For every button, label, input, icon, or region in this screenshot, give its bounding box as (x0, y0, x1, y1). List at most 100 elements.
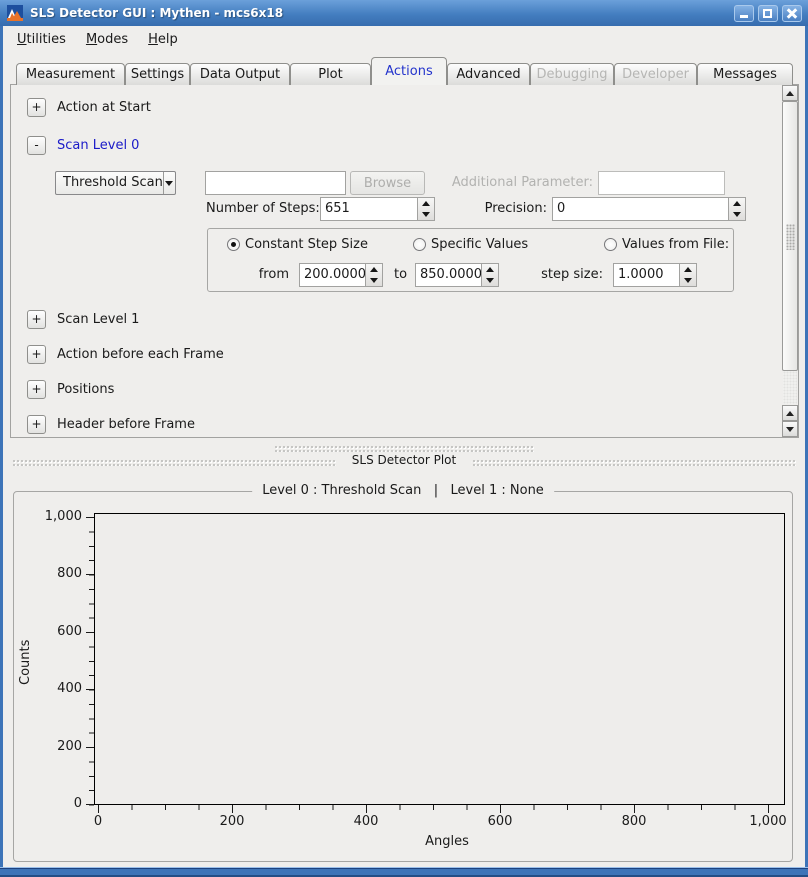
y-tick-label: 1,000 (22, 509, 82, 525)
grip-dots-icon (786, 224, 795, 250)
script-file-input[interactable] (205, 171, 346, 195)
menu-modes[interactable]: Modes (76, 29, 138, 50)
expand-button[interactable]: + (27, 310, 46, 329)
expand-button[interactable]: + (27, 345, 46, 364)
title-bar: SLS Detector GUI : Mythen - mcs6x18 (0, 0, 808, 26)
tab-messages[interactable]: Messages (697, 63, 793, 85)
expand-button[interactable]: + (27, 415, 46, 434)
minimize-button[interactable] (734, 5, 754, 22)
section-label: Scan Level 1 (57, 312, 139, 327)
radio-specific-values[interactable] (413, 238, 426, 251)
vertical-scrollbar (782, 85, 798, 437)
spin-down-button[interactable] (418, 209, 434, 220)
tab-measurement[interactable]: Measurement (16, 63, 125, 85)
tab-developer: Developer (614, 63, 697, 85)
arrow-up-icon (786, 91, 794, 96)
from-value[interactable]: 200.0000 (300, 264, 365, 286)
maximize-button[interactable] (758, 5, 778, 22)
close-button[interactable] (782, 5, 802, 22)
tab-plot[interactable]: Plot (290, 63, 371, 85)
scan-type-value: Threshold Scan (56, 172, 163, 194)
step-size-value[interactable]: 1.0000 (614, 264, 679, 286)
x-tick-label: 0 (73, 814, 123, 829)
menu-utilities[interactable]: Utilities (7, 29, 76, 50)
radio-constant-step-size[interactable] (227, 238, 240, 251)
section-header-before-frame: + Header before Frame (27, 415, 195, 434)
maximize-icon (763, 9, 772, 18)
section-scan-level-0: - Scan Level 0 (27, 136, 139, 155)
scrollbar-thumb[interactable] (782, 101, 798, 371)
plot-groupbox: Level 0 : Threshold Scan | Level 1 : Non… (13, 491, 793, 862)
app-logo-icon (7, 5, 23, 21)
x-tick-label: 800 (609, 814, 659, 829)
tab-actions[interactable]: Actions (371, 57, 447, 85)
spin-up-button[interactable] (418, 198, 434, 209)
tab-advanced[interactable]: Advanced (447, 63, 530, 85)
tab-bar: Measurement Settings Data Output Plot Ac… (16, 57, 793, 85)
spin-down-button[interactable] (366, 275, 382, 286)
tab-settings[interactable]: Settings (125, 63, 190, 85)
app-window: SLS Detector GUI : Mythen - mcs6x18 Util… (0, 0, 808, 877)
window-title: SLS Detector GUI : Mythen - mcs6x18 (30, 6, 734, 20)
tab-data-output[interactable]: Data Output (190, 63, 290, 85)
radio-values-from-file[interactable] (604, 238, 617, 251)
x-tick-label: 600 (475, 814, 525, 829)
additional-parameter-input (598, 171, 725, 195)
number-of-steps-value[interactable]: 651 (321, 198, 417, 220)
radio-label[interactable]: Values from File: (622, 233, 729, 257)
collapse-button[interactable]: - (27, 136, 46, 155)
scroll-up-button[interactable] (782, 85, 798, 101)
from-spinbox: 200.0000 (299, 263, 383, 287)
to-spinbox: 850.0000 (415, 263, 499, 287)
y-tick-label: 200 (22, 739, 82, 755)
number-of-steps-spinbox: 651 (320, 197, 435, 221)
x-tick-label: 1,000 (743, 814, 793, 829)
expand-button[interactable]: + (27, 98, 46, 117)
spin-down-button[interactable] (729, 209, 745, 220)
plot-dock-title: SLS Detector Plot (336, 453, 472, 467)
precision-spinbox: 0 (552, 197, 746, 221)
plot-title: Level 0 : Threshold Scan | Level 1 : Non… (252, 483, 554, 498)
from-label: from (248, 263, 289, 287)
plot-canvas (94, 513, 785, 805)
scrollbar-trough[interactable] (783, 371, 797, 404)
window-frame-left (0, 26, 3, 867)
spin-up-button[interactable] (729, 198, 745, 209)
menu-help[interactable]: Help (138, 29, 188, 50)
section-label: Positions (57, 382, 114, 397)
additional-parameter-label: Additional Parameter: (451, 171, 593, 195)
y-axis-title: Counts (18, 636, 38, 688)
x-tick-label: 200 (207, 814, 257, 829)
scan-type-combobox[interactable]: Threshold Scan (55, 171, 176, 195)
precision-value[interactable]: 0 (553, 198, 728, 220)
spin-down-button[interactable] (680, 275, 696, 286)
splitter-handle[interactable] (274, 445, 534, 452)
y-tick-label: 800 (22, 566, 82, 582)
spin-down-button[interactable] (482, 275, 498, 286)
section-label: Header before Frame (57, 417, 195, 432)
to-value[interactable]: 850.0000 (416, 264, 481, 286)
y-axis-minor-ticks (89, 517, 94, 806)
section-positions: + Positions (27, 380, 114, 399)
radio-label[interactable]: Specific Values (431, 233, 528, 257)
y-tick-label: 0 (22, 796, 82, 812)
section-action-before-each-frame: + Action before each Frame (27, 345, 224, 364)
x-axis-minor-ticks (98, 805, 770, 810)
x-tick-label: 400 (341, 814, 391, 829)
expand-button[interactable]: + (27, 380, 46, 399)
actions-panel: + Action at Start - Scan Level 0 Thresho… (10, 84, 799, 438)
radio-label[interactable]: Constant Step Size (245, 233, 368, 257)
spin-up-button[interactable] (482, 264, 498, 275)
combo-dropdown-arrow-icon[interactable] (163, 172, 175, 194)
scroll-up-button-2[interactable] (782, 405, 798, 421)
browse-button: Browse (350, 171, 425, 195)
scroll-down-button[interactable] (782, 421, 798, 437)
section-label: Action before each Frame (57, 347, 224, 362)
spin-up-button[interactable] (366, 264, 382, 275)
spin-up-button[interactable] (680, 264, 696, 275)
section-label: Scan Level 0 (57, 138, 139, 153)
step-size-spinbox: 1.0000 (613, 263, 697, 287)
precision-label: Precision: (457, 197, 547, 221)
arrow-down-icon (786, 427, 794, 432)
window-frame-bottom (0, 867, 808, 877)
